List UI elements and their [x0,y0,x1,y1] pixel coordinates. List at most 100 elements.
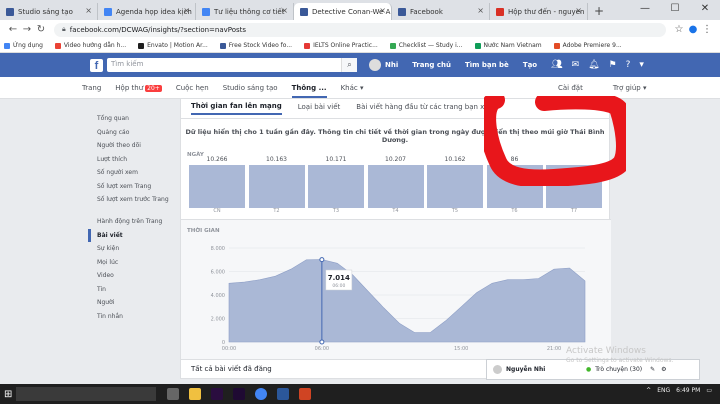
chat-edit-icon[interactable]: ✎ [650,366,655,373]
chrome-icon[interactable] [255,388,268,400]
tab-close-icon[interactable]: × [85,6,92,15]
sidebar-item[interactable]: Lượt thích [88,153,178,167]
file-explorer-icon[interactable] [189,388,202,400]
browser-tab[interactable]: Tư liệu thông cơ tiết × [196,3,294,20]
profile-link[interactable]: Nhi [369,59,398,71]
browser-tab[interactable]: Agenda họp idea kịch × [98,3,196,20]
star-icon[interactable]: ☆ [672,24,686,35]
forward-icon[interactable]: → [20,24,34,35]
taskbar-search[interactable] [16,387,157,401]
day-value-label: 10.171 [325,156,347,163]
pages-icon[interactable]: ⚑ [609,60,617,70]
powerpoint-icon[interactable] [299,388,312,400]
pagenav-creator-studio[interactable]: Studio sáng tạo [223,84,278,92]
subtab-post-types[interactable]: Loại bài viết [298,103,341,114]
sidebar-item[interactable]: Quảng cáo [88,126,178,140]
pagenav-appointments[interactable]: Cuộc hẹn [176,84,209,92]
facebook-topbar: f Tìm kiếm ⌕ Nhi Trang chủ Tìm bạn bè Tạ… [0,53,720,77]
pagenav-inbox[interactable]: Hộp thư 20+ [115,84,162,92]
notifications-icon[interactable]: 🔔︎ [588,60,599,70]
task-view-icon[interactable] [167,388,180,400]
sidebar-item[interactable]: Sự kiện [88,242,178,256]
pagenav-settings[interactable]: Cài đặt [558,84,583,92]
premiere-icon[interactable] [211,388,224,400]
day-bar-group[interactable]: 10.163 T2 [248,156,305,214]
bookmark-item[interactable]: Nước Nam Vietnam [474,42,542,49]
tray-chevron-icon[interactable]: ^ [646,387,651,394]
tab-favicon-icon [300,7,308,16]
day-bar [248,165,305,208]
help-icon[interactable]: ? [626,60,631,70]
notification-center-icon[interactable]: ▭ [706,387,712,394]
sidebar-item[interactable]: Video [88,269,178,283]
day-axis-label: CN [213,208,221,214]
friend-requests-icon[interactable]: 👥︎ [551,60,562,70]
chat-settings-icon[interactable]: ⚙ [661,366,666,373]
clock[interactable]: 6:49 PM [676,387,700,394]
tab-close-icon[interactable]: × [379,6,386,15]
sidebar-item[interactable]: Mọi lúc [88,256,178,270]
lang-indicator[interactable]: ENG [657,387,670,394]
nav-home[interactable]: Trang chủ [412,61,451,69]
subtab-fans-online[interactable]: Thời gian fan lên mạng [191,102,282,115]
facebook-search-input[interactable]: Tìm kiếm ⌕ [107,58,357,72]
nav-find-friends[interactable]: Tìm bạn bè [465,61,509,69]
maximize-icon[interactable]: ☐ [660,0,690,20]
windows-start-icon[interactable]: ⊞ [4,389,12,400]
pagenav-more[interactable]: Khác ▾ [341,84,364,92]
browser-tab[interactable]: Facebook × [392,3,490,20]
bookmark-item[interactable]: Envato | Motion Ar... [138,42,208,49]
day-bar-group[interactable]: 10.207 T4 [367,156,424,214]
dropdown-icon[interactable]: ▾ [639,60,644,70]
pagenav-page[interactable]: Trang [82,84,101,92]
subtab-top-posts[interactable]: Bài viết hàng đầu từ các trang bạn xem [356,103,495,114]
sidebar-item[interactable]: Người theo dõi [88,139,178,153]
bookmark-item[interactable]: Ứng dụng [4,42,43,49]
day-bar [427,165,483,208]
tab-close-icon[interactable]: × [183,6,190,15]
new-tab-button[interactable]: + [594,4,604,18]
sidebar-item[interactable]: Tổng quan [88,112,178,126]
browser-tab[interactable]: Hộp thư đến - nguyen × [490,3,588,20]
account-icon[interactable]: ● [686,24,700,35]
nav-create[interactable]: Tạo [523,61,537,69]
tooltip-point[interactable] [319,257,325,263]
word-icon[interactable] [277,388,290,400]
tab-close-icon[interactable]: × [477,6,484,15]
sidebar-item[interactable]: Người [88,296,178,310]
sidebar-item[interactable]: Số người xem [88,166,178,180]
messenger-icon[interactable]: ✉ [572,60,580,70]
url-field[interactable]: 🔒︎ facebook.com/DCWAG/insights/?section=… [54,22,666,37]
bookmark-item[interactable]: IELTS Online Practic... [304,42,378,49]
day-bar-group[interactable]: 10.171 T3 [308,156,364,214]
browser-tab[interactable]: Detective Conan-We A × [294,3,392,20]
pagenav-insights[interactable]: Thông ... [291,84,327,98]
close-window-icon[interactable]: ✕ [690,0,720,20]
window-controls: — ☐ ✕ [630,0,720,20]
tab-close-icon[interactable]: × [575,6,582,15]
tab-close-icon[interactable]: × [281,6,288,15]
facebook-logo-icon[interactable]: f [90,58,103,72]
bookmark-item[interactable]: Free Stock Video fo... [219,42,292,49]
reload-icon[interactable]: ↻ [34,24,48,35]
after-effects-icon[interactable] [233,388,246,400]
bookmark-item[interactable]: Video hướng dẫn h... [54,42,126,49]
sidebar-item[interactable]: Hành động trên Trang [88,215,178,229]
browser-tab[interactable]: Studio sáng tạo × [0,3,98,20]
day-axis-label: T2 [273,208,280,214]
day-bar-group[interactable]: 10.162 T5 [427,156,483,214]
sidebar-item[interactable]: Bài viết [88,228,178,242]
search-icon[interactable]: ⌕ [341,58,357,72]
bookmark-item[interactable]: Checklist — Study i... [389,42,463,49]
sidebar-item[interactable]: Tin nhắn [88,310,178,324]
sidebar-item[interactable]: Số lượt xem trước Trang [88,193,178,215]
bookmark-item[interactable]: Adobe Premiere 9... [553,42,622,49]
minimize-icon[interactable]: — [630,0,660,20]
menu-icon[interactable]: ⋮ [700,24,714,35]
day-bar-group[interactable]: 10.266 CN [189,156,245,214]
sidebar-item[interactable]: Số lượt xem Trang [88,180,178,194]
back-icon[interactable]: ← [6,24,20,35]
sidebar-item[interactable]: Tin [88,283,178,297]
pagenav-help[interactable]: Trợ giúp ▾ [613,84,647,92]
address-bar: ← → ↻ 🔒︎ facebook.com/DCWAG/insights/?se… [0,20,720,39]
